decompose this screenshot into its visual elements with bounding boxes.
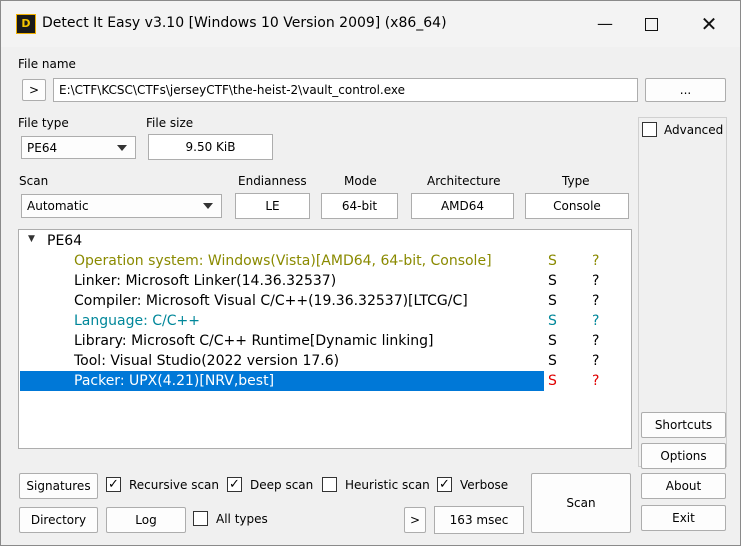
result-s-status[interactable]: S xyxy=(548,251,557,271)
type-label: Type xyxy=(562,174,590,188)
browse-button[interactable]: ... xyxy=(645,78,726,102)
endianness-label: Endianness xyxy=(238,174,307,188)
result-row-os[interactable]: Operation system: Windows(Vista)[AMD64, … xyxy=(20,251,630,271)
file-name-label: File name xyxy=(18,57,76,71)
advanced-label[interactable]: Advanced xyxy=(664,123,723,137)
scan-mode-value: Automatic xyxy=(27,199,89,213)
recursive-scan-label[interactable]: Recursive scan xyxy=(129,478,219,492)
file-type-label: File type xyxy=(18,116,69,130)
deep-scan-label[interactable]: Deep scan xyxy=(250,478,313,492)
chevron-down-icon xyxy=(203,203,213,209)
result-info-link[interactable]: ? xyxy=(592,271,599,291)
result-text: Tool: Visual Studio(2022 version 17.6) xyxy=(74,353,340,369)
mode-field: 64-bit xyxy=(321,193,398,219)
file-history-button[interactable]: > xyxy=(22,79,46,101)
scan-button[interactable]: Scan xyxy=(531,473,631,533)
options-button[interactable]: Options xyxy=(641,443,726,469)
verbose-label[interactable]: Verbose xyxy=(460,478,508,492)
result-row-packer[interactable]: Packer: UPX(4.21)[NRV,best] S ? xyxy=(20,371,630,391)
result-row-language[interactable]: Language: C/C++ S ? xyxy=(20,311,630,331)
result-row-tool[interactable]: Tool: Visual Studio(2022 version 17.6) S… xyxy=(20,351,630,371)
log-button[interactable]: Log xyxy=(106,507,186,533)
result-s-status[interactable]: S xyxy=(548,291,557,311)
result-s-status[interactable]: S xyxy=(548,331,557,351)
result-s-status[interactable]: S xyxy=(548,271,557,291)
file-size-label: File size xyxy=(146,116,194,130)
result-info-link[interactable]: ? xyxy=(592,291,599,311)
result-text: Compiler: Microsoft Visual C/C++(19.36.3… xyxy=(74,293,468,309)
directory-button[interactable]: Directory xyxy=(19,507,98,533)
file-size-field: 9.50 KiB xyxy=(148,134,273,160)
scan-time-field: 163 msec xyxy=(434,506,524,534)
result-row-compiler[interactable]: Compiler: Microsoft Visual C/C++(19.36.3… xyxy=(20,291,630,311)
result-row-linker[interactable]: Linker: Microsoft Linker(14.36.32537) S … xyxy=(20,271,630,291)
result-info-link[interactable]: ? xyxy=(592,251,599,271)
mode-label: Mode xyxy=(344,174,377,188)
result-text: Language: C/C++ xyxy=(74,313,200,329)
app-logo-icon: D xyxy=(16,14,36,34)
advanced-checkbox[interactable] xyxy=(642,122,657,137)
maximize-icon xyxy=(644,18,658,31)
signatures-button[interactable]: Signatures xyxy=(19,473,98,499)
more-button[interactable]: > xyxy=(404,507,426,533)
window-title: Detect It Easy v3.10 [Windows 10 Version… xyxy=(42,15,447,31)
architecture-field: AMD64 xyxy=(411,193,514,219)
result-row-library[interactable]: Library: Microsoft C/C++ Runtime[Dynamic… xyxy=(20,331,630,351)
maximize-button[interactable] xyxy=(628,1,674,47)
recursive-scan-checkbox[interactable] xyxy=(106,477,121,492)
architecture-label: Architecture xyxy=(427,174,501,188)
results-tree[interactable]: ▼ PE64 Operation system: Windows(Vista)[… xyxy=(18,229,632,449)
about-button[interactable]: About xyxy=(641,473,726,499)
shortcuts-button[interactable]: Shortcuts xyxy=(641,412,726,438)
deep-scan-checkbox[interactable] xyxy=(227,477,242,492)
file-type-select[interactable]: PE64 xyxy=(21,136,136,159)
result-info-link[interactable]: ? xyxy=(592,331,599,351)
result-info-link[interactable]: ? xyxy=(592,371,599,391)
app-window: D Detect It Easy v3.10 [Windows 10 Versi… xyxy=(0,0,741,546)
endianness-field: LE xyxy=(235,193,310,219)
result-s-status[interactable]: S xyxy=(548,351,557,371)
close-button[interactable]: ✕ xyxy=(686,1,732,47)
result-text: Library: Microsoft C/C++ Runtime[Dynamic… xyxy=(74,333,434,349)
result-info-link[interactable]: ? xyxy=(592,351,599,371)
title-bar: D Detect It Easy v3.10 [Windows 10 Versi… xyxy=(1,1,740,47)
result-s-status[interactable]: S xyxy=(548,311,557,331)
file-type-value: PE64 xyxy=(27,140,58,155)
result-text: Packer: UPX(4.21)[NRV,best] xyxy=(74,373,275,389)
scan-label: Scan xyxy=(19,174,49,188)
heuristic-scan-checkbox[interactable] xyxy=(322,477,337,492)
file-path-input[interactable]: E:\CTF\KCSC\CTFs\jerseyCTF\the-heist-2\v… xyxy=(53,78,638,102)
type-field: Console xyxy=(525,193,629,219)
all-types-label[interactable]: All types xyxy=(216,512,268,526)
exit-button[interactable]: Exit xyxy=(641,505,726,531)
result-s-status[interactable]: S xyxy=(548,371,557,391)
tree-root-label[interactable]: PE64 xyxy=(47,231,82,251)
heuristic-scan-label[interactable]: Heuristic scan xyxy=(345,478,430,492)
result-text: Linker: Microsoft Linker(14.36.32537) xyxy=(74,273,337,289)
result-info-link[interactable]: ? xyxy=(592,311,599,331)
verbose-checkbox[interactable] xyxy=(437,477,452,492)
chevron-down-icon xyxy=(117,145,127,151)
scan-mode-select[interactable]: Automatic xyxy=(21,194,222,218)
expand-icon[interactable]: ▼ xyxy=(28,234,35,244)
all-types-checkbox[interactable] xyxy=(193,511,208,526)
minimize-button[interactable]: — xyxy=(582,1,628,47)
result-text: Operation system: Windows(Vista)[AMD64, … xyxy=(74,253,492,269)
